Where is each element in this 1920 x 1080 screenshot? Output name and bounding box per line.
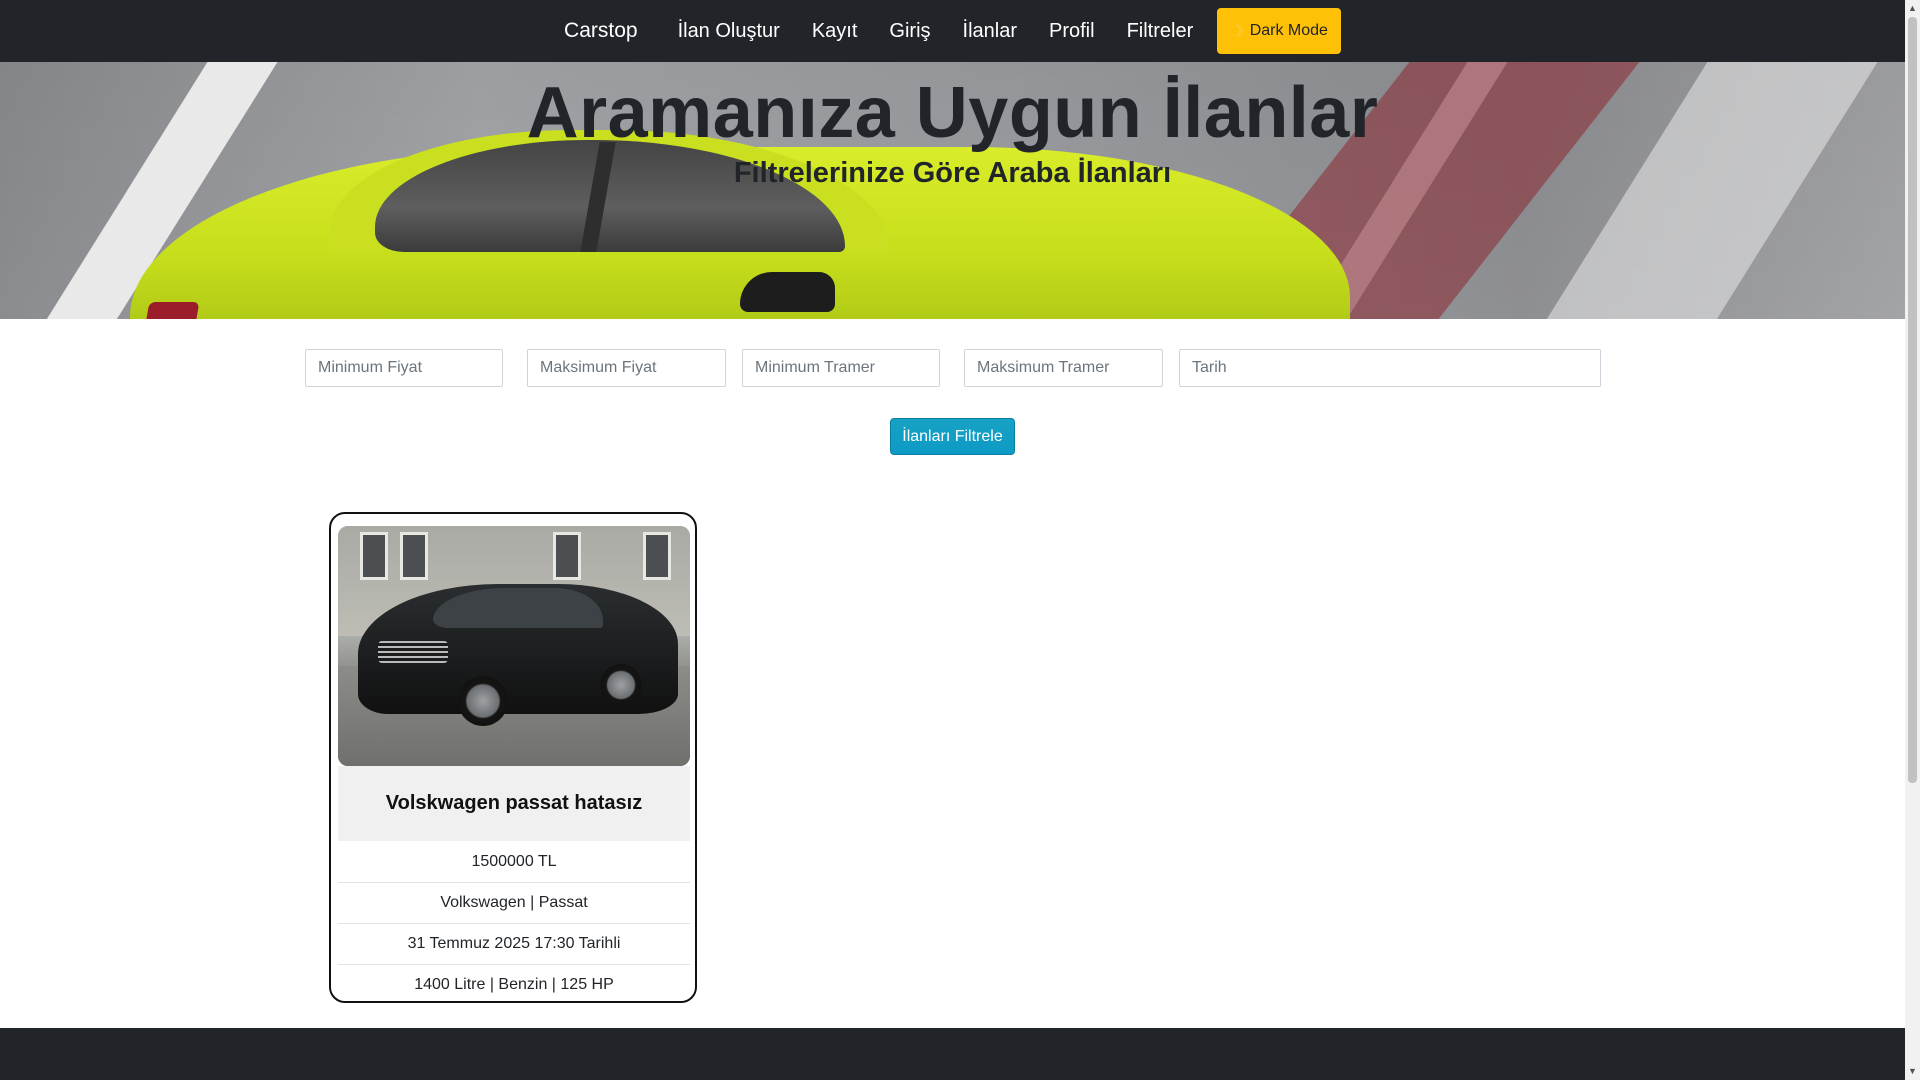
nav-link-giris[interactable]: Giriş [873,20,946,43]
listing-title[interactable]: Volskwagen passat hatasız [386,792,642,815]
nav-link-kayit[interactable]: Kayıt [796,20,874,43]
nav-link-ilan-olustur[interactable]: İlan Oluştur [662,20,796,43]
image-car-wheel [600,664,642,706]
page-scrollbar[interactable]: ▲ ▼ [1905,0,1920,1080]
moon-icon: ☽ [1230,23,1244,40]
image-window [643,532,671,580]
listing-make-model: Volkswagen | Passat [338,882,690,923]
image-window [360,532,388,580]
brand-link[interactable]: Carstop [564,19,638,43]
page-title: Aramanıza Uygun İlanlar [526,73,1379,153]
listing-image [338,526,690,766]
listing-title-bar: Volskwagen passat hatasız [338,766,690,841]
listing-date: 31 Temmuz 2025 17:30 Tarihli [338,923,690,964]
max-price-input[interactable] [527,349,726,387]
hero-car-taillight [140,302,200,319]
max-tramer-input[interactable] [964,349,1163,387]
hero-banner: Aramanıza Uygun İlanlar Filtrelerinize G… [0,62,1905,319]
min-price-input[interactable] [305,349,503,387]
image-window [553,532,581,580]
min-tramer-input[interactable] [742,349,940,387]
image-car-wheel [458,676,508,726]
filter-listings-button[interactable]: İlanları Filtrele [890,418,1015,455]
scroll-up-icon[interactable]: ▲ [1905,0,1920,17]
listing-price: 1500000 TL [338,841,690,882]
dark-mode-button[interactable]: ☽ Dark Mode [1217,8,1341,54]
hero-car-mirror [740,272,835,312]
scroll-down-icon[interactable]: ▼ [1905,1063,1920,1080]
image-car-grill [378,641,448,663]
footer [0,1028,1905,1080]
listing-specs: 1400 Litre | Benzin | 125 HP [338,964,690,1001]
date-input[interactable] [1179,349,1601,387]
listing-details: 1500000 TL Volkswagen | Passat 31 Temmuz… [338,841,690,1001]
navbar: Carstop İlan Oluştur Kayıt Giriş İlanlar… [0,0,1905,62]
nav-link-ilanlar[interactable]: İlanlar [947,20,1033,43]
nav-link-filtreler[interactable]: Filtreler [1111,20,1210,43]
listing-card[interactable]: Volskwagen passat hatasız 1500000 TL Vol… [329,512,697,1003]
dark-mode-label: Dark Mode [1249,22,1328,39]
page-subtitle: Filtrelerinize Göre Araba İlanları [733,157,1172,189]
nav-link-profil[interactable]: Profil [1033,20,1111,43]
scrollbar-thumb[interactable] [1908,17,1917,783]
image-window [400,532,428,580]
